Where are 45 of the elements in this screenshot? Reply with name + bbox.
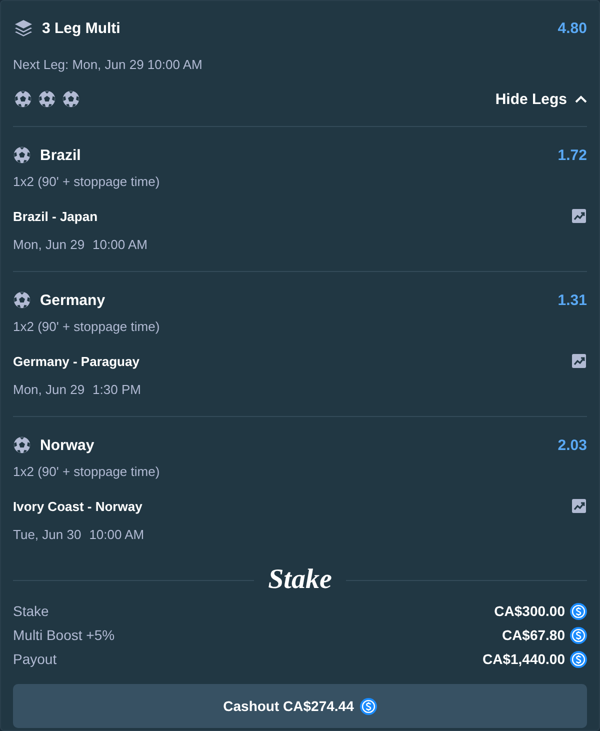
next-leg-time: Next Leg: Mon, Jun 29 10:00 AM xyxy=(13,56,202,72)
summary-amount: CA$1,440.00 xyxy=(482,651,565,667)
match-time: 10:00 AM xyxy=(89,526,144,542)
chevron-icon xyxy=(575,95,587,103)
leg-odds: 1.31 xyxy=(558,292,587,308)
match-time: 10:00 AM xyxy=(92,236,148,252)
summary-label: Multi Boost +5% xyxy=(13,627,115,643)
chart-icon[interactable] xyxy=(572,354,586,368)
selection-name: Brazil xyxy=(40,146,81,164)
market-name: 1x2 (90' + stoppage time) xyxy=(13,318,160,334)
selection-name: Germany xyxy=(40,292,106,308)
match-name: Brazil - Japan xyxy=(13,208,98,224)
soccer-ball-icon xyxy=(13,291,31,309)
total-odds: 4.80 xyxy=(558,20,587,36)
hide-legs-button[interactable]: Hide Legs xyxy=(495,90,587,108)
match-date: Mon, Jun 29 xyxy=(13,236,85,252)
summary-amount: CA$67.80 xyxy=(502,627,565,643)
market-name: 1x2 (90' + stoppage time) xyxy=(13,464,160,478)
coin-icon xyxy=(570,602,587,620)
chart-icon[interactable] xyxy=(572,209,586,223)
leg-odds: 1.72 xyxy=(558,146,587,164)
selection-name: Norway xyxy=(40,436,94,454)
match-date: Mon, Jun 29 xyxy=(13,382,85,396)
coin-icon xyxy=(360,698,377,714)
bet-title: 3 Leg Multi xyxy=(42,20,120,36)
chart-icon[interactable] xyxy=(572,499,586,513)
layers-icon xyxy=(14,18,33,38)
cashout-button[interactable]: Cashout CA$274.44 xyxy=(13,684,587,728)
market-name: 1x2 (90' + stoppage time) xyxy=(13,174,160,188)
match-time: 1:30 PM xyxy=(92,382,141,396)
coin-icon xyxy=(570,626,587,644)
soccer-ball-icon xyxy=(13,146,31,164)
summary-label: Stake xyxy=(13,603,49,619)
soccer-ball-icon xyxy=(62,90,80,108)
logo: Stake xyxy=(268,564,332,596)
match-name: Germany - Paraguay xyxy=(13,354,140,368)
summary-label: Payout xyxy=(13,651,57,667)
soccer-ball-icon xyxy=(14,90,32,108)
match-date: Tue, Jun 30 xyxy=(13,526,82,542)
coin-icon xyxy=(570,650,587,668)
leg-odds: 2.03 xyxy=(558,436,587,454)
soccer-ball-icon xyxy=(38,90,56,108)
summary-amount: CA$300.00 xyxy=(494,603,565,619)
soccer-ball-icon xyxy=(13,436,31,454)
match-name: Ivory Coast - Norway xyxy=(13,498,142,514)
